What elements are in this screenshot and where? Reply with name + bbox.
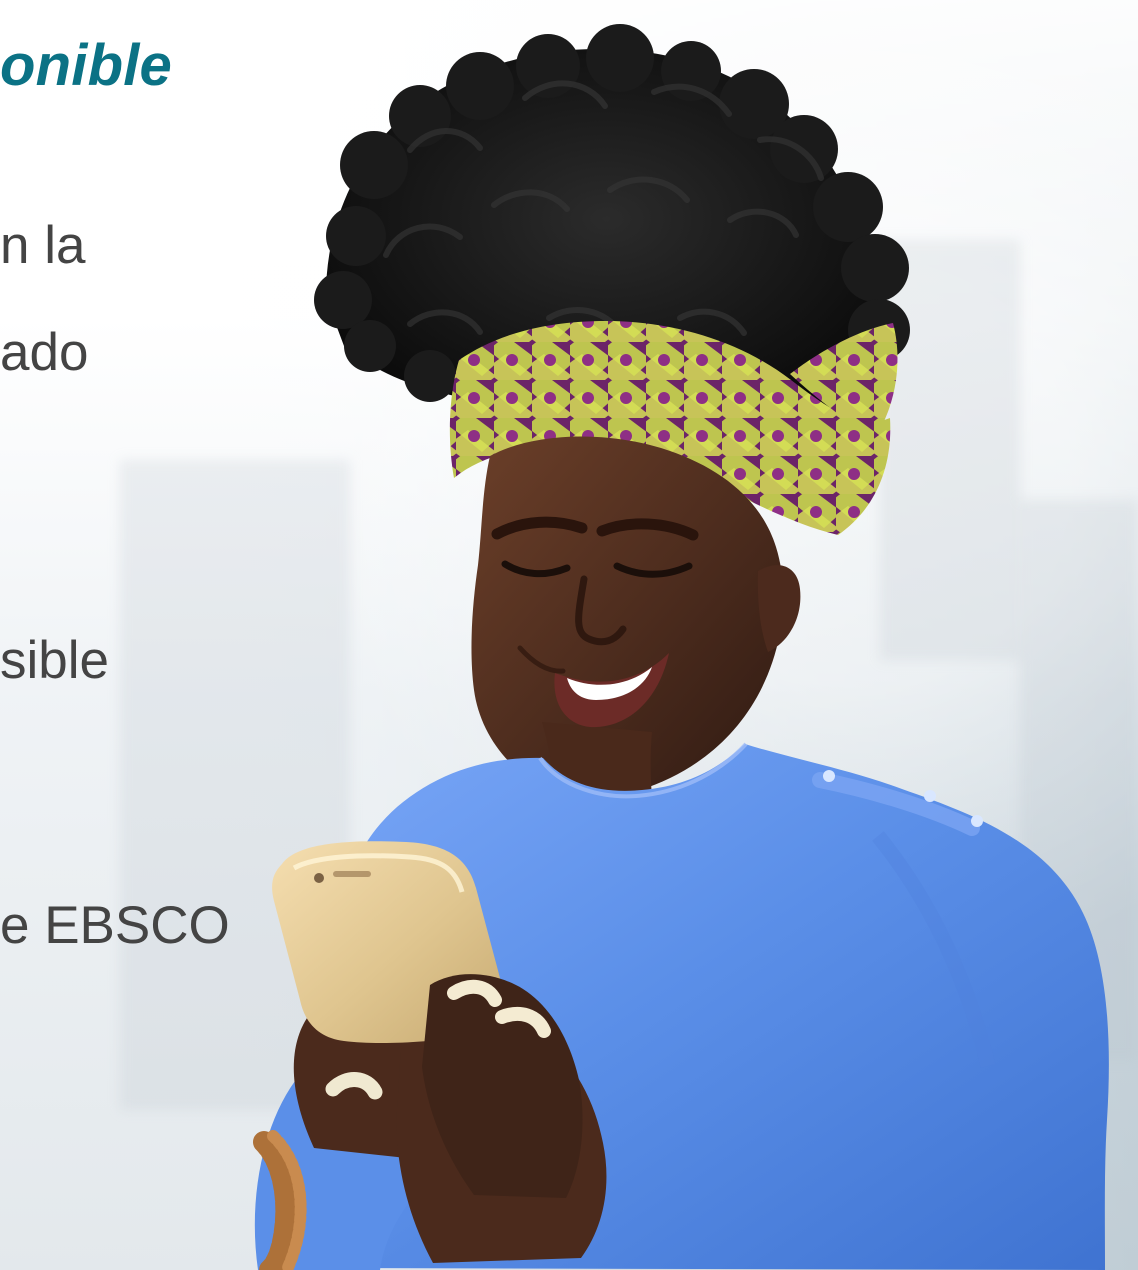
- slide-canvas: onible n la ado sible e EBSCO: [0, 0, 1138, 1270]
- woman-phone-photo: [253, 24, 1109, 1270]
